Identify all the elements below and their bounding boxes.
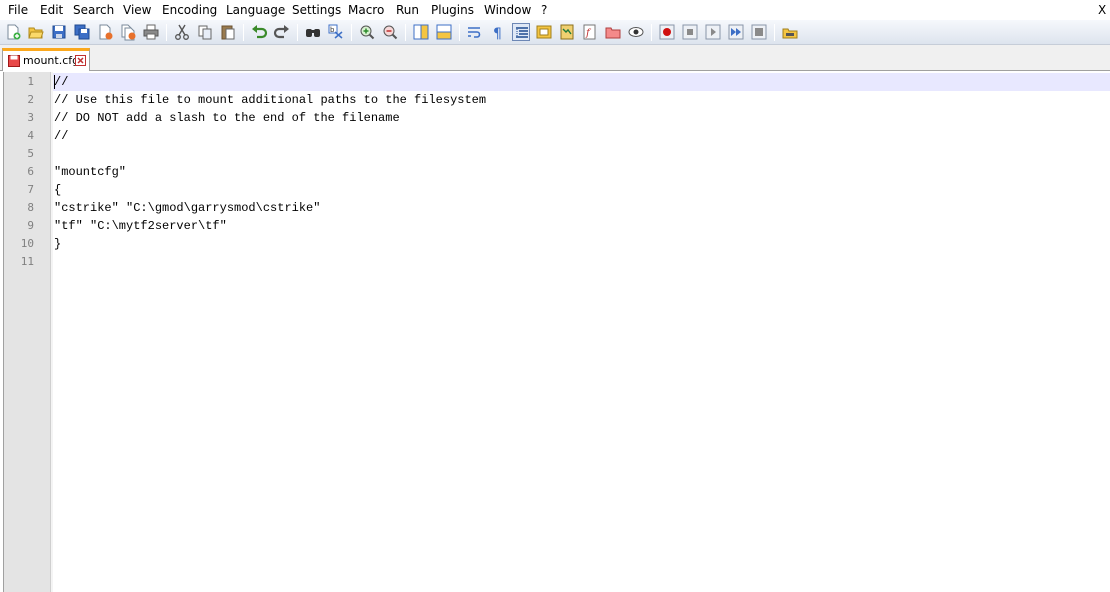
launch-icon[interactable] <box>781 23 799 41</box>
menu-macro[interactable]: Macro <box>348 3 384 17</box>
menu-help[interactable]: ? <box>541 3 547 17</box>
toolbar: b ¶ f <box>0 20 1110 45</box>
paste-icon[interactable] <box>219 23 237 41</box>
svg-text:b: b <box>330 26 335 34</box>
text-editor[interactable]: 1 2 3 4 5 6 7 8 9 10 11 // // Use this f… <box>3 72 1110 592</box>
save-macro-icon[interactable] <box>750 23 768 41</box>
find-icon[interactable] <box>304 23 322 41</box>
code-line[interactable]: // Use this file to mount additional pat… <box>54 91 486 109</box>
indent-guide-icon[interactable] <box>512 23 530 41</box>
open-file-icon[interactable] <box>27 23 45 41</box>
tab-mount-cfg[interactable]: mount.cfg <box>2 48 90 71</box>
function-list-icon[interactable]: f <box>581 23 599 41</box>
menu-plugins[interactable]: Plugins <box>431 3 474 17</box>
document-map-icon[interactable] <box>558 23 576 41</box>
save-all-icon[interactable] <box>73 23 91 41</box>
line-number: 1 <box>27 75 34 88</box>
menu-view[interactable]: View <box>123 3 151 17</box>
line-number: 5 <box>27 147 34 160</box>
tab-close-icon[interactable] <box>75 55 86 66</box>
code-line[interactable]: // <box>54 127 68 145</box>
code-line[interactable]: } <box>54 235 61 253</box>
save-icon[interactable] <box>50 23 68 41</box>
undo-icon[interactable] <box>250 23 268 41</box>
line-number: 8 <box>27 201 34 214</box>
monitoring-icon[interactable] <box>627 23 645 41</box>
user-defined-language-icon[interactable] <box>535 23 553 41</box>
print-icon[interactable] <box>142 23 160 41</box>
folder-as-workspace-icon[interactable] <box>604 23 622 41</box>
code-line[interactable]: "mountcfg" <box>54 163 126 181</box>
menu-settings[interactable]: Settings <box>292 3 341 17</box>
zoom-out-icon[interactable] <box>381 23 399 41</box>
fold-margin[interactable] <box>51 72 53 592</box>
copy-icon[interactable] <box>196 23 214 41</box>
line-number: 10 <box>20 237 34 250</box>
line-number: 2 <box>27 93 34 106</box>
menu-window[interactable]: Window <box>484 3 531 17</box>
new-file-icon[interactable] <box>4 23 22 41</box>
line-number: 3 <box>27 111 34 124</box>
tab-bar: mount.cfg <box>0 45 1110 71</box>
current-line-highlight <box>53 73 1110 91</box>
svg-text:¶: ¶ <box>493 26 502 41</box>
zoom-in-icon[interactable] <box>358 23 376 41</box>
close-document-button[interactable]: X <box>1098 3 1106 17</box>
cut-icon[interactable] <box>173 23 191 41</box>
redo-icon[interactable] <box>273 23 291 41</box>
menu-encoding[interactable]: Encoding <box>162 3 217 17</box>
tab-label: mount.cfg <box>23 54 80 67</box>
menu-edit[interactable]: Edit <box>40 3 63 17</box>
sync-horizontal-icon[interactable] <box>435 23 453 41</box>
menu-search[interactable]: Search <box>73 3 114 17</box>
line-number: 4 <box>27 129 34 142</box>
menu-bar: File Edit Search View Encoding Language … <box>0 0 1110 20</box>
stop-recording-icon[interactable] <box>681 23 699 41</box>
close-icon[interactable] <box>96 23 114 41</box>
code-line[interactable]: // <box>54 73 68 91</box>
code-line[interactable]: "tf" "C:\mytf2server\tf" <box>54 217 227 235</box>
unsaved-file-icon <box>8 55 20 67</box>
sync-vertical-icon[interactable] <box>412 23 430 41</box>
playback-macro-icon[interactable] <box>704 23 722 41</box>
menu-run[interactable]: Run <box>396 3 419 17</box>
show-all-characters-icon[interactable]: ¶ <box>489 23 507 41</box>
replace-icon[interactable]: b <box>327 23 345 41</box>
code-line[interactable]: "cstrike" "C:\gmod\garrysmod\cstrike" <box>54 199 320 217</box>
line-number-gutter: 1 2 3 4 5 6 7 8 9 10 11 <box>4 72 51 592</box>
line-number: 11 <box>20 255 34 268</box>
code-line[interactable]: { <box>54 181 61 199</box>
line-number: 7 <box>27 183 34 196</box>
code-line[interactable]: // DO NOT add a slash to the end of the … <box>54 109 400 127</box>
record-macro-icon[interactable] <box>658 23 676 41</box>
word-wrap-icon[interactable] <box>466 23 484 41</box>
close-all-icon[interactable] <box>119 23 137 41</box>
menu-file[interactable]: File <box>8 3 28 17</box>
run-macro-multiple-icon[interactable] <box>727 23 745 41</box>
line-number: 6 <box>27 165 34 178</box>
menu-language[interactable]: Language <box>226 3 285 17</box>
text-caret <box>54 75 55 89</box>
line-number: 9 <box>27 219 34 232</box>
